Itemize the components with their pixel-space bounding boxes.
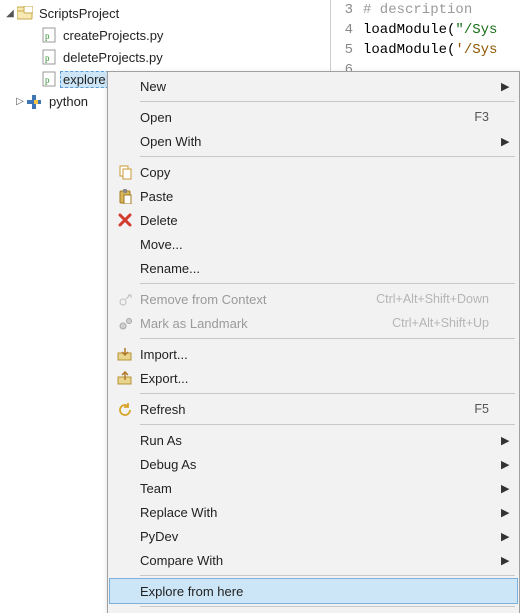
menu-item-paste[interactable]: Paste: [110, 184, 517, 208]
svg-text:p: p: [45, 31, 50, 41]
tree-project-node[interactable]: ◢ ScriptsProject: [0, 2, 330, 24]
menu-separator: [140, 575, 515, 576]
python-file-icon: p: [40, 48, 58, 66]
refresh-icon: [110, 397, 140, 421]
editor-content: # description loadModule("/Sys loadModul…: [363, 0, 497, 75]
code-editor[interactable]: 3 4 5 6 # description loadModule("/Sys l…: [330, 0, 520, 75]
submenu-arrow-icon: ▶: [501, 482, 511, 495]
menu-item-refresh[interactable]: Refresh F5: [110, 397, 517, 421]
menu-item-team[interactable]: Team ▶: [110, 476, 517, 500]
file-label: explore: [60, 71, 109, 88]
menu-item-new[interactable]: New ▶: [110, 74, 517, 98]
svg-text:p: p: [45, 53, 50, 63]
submenu-arrow-icon: ▶: [501, 80, 511, 93]
submenu-arrow-icon: ▶: [501, 530, 511, 543]
delete-icon: [110, 208, 140, 232]
expand-icon[interactable]: ▷: [14, 96, 26, 107]
file-label: deleteProjects.py: [60, 49, 166, 66]
submenu-arrow-icon: ▶: [501, 554, 511, 567]
library-label: python: [46, 93, 91, 110]
copy-icon: [110, 160, 140, 184]
menu-separator: [140, 156, 515, 157]
submenu-arrow-icon: ▶: [501, 506, 511, 519]
remove-context-icon: [110, 287, 140, 311]
editor-gutter: 3 4 5 6: [331, 0, 357, 75]
tree-file-node[interactable]: p createProjects.py: [0, 24, 330, 46]
export-icon: [110, 366, 140, 390]
python-lib-icon: [26, 92, 44, 110]
menu-item-open[interactable]: Open F3: [110, 105, 517, 129]
python-file-icon: p: [40, 70, 58, 88]
menu-item-delete[interactable]: Delete: [110, 208, 517, 232]
submenu-arrow-icon: ▶: [501, 434, 511, 447]
menu-item-debug-as[interactable]: Debug As ▶: [110, 452, 517, 476]
blank-icon: [110, 74, 140, 98]
menu-item-remove-context: Remove from Context Ctrl+Alt+Shift+Down: [110, 287, 517, 311]
svg-text:p: p: [45, 75, 50, 85]
menu-separator: [140, 338, 515, 339]
submenu-arrow-icon: ▶: [501, 458, 511, 471]
context-menu: New ▶ Open F3 Open With ▶ Copy Paste: [107, 71, 520, 613]
menu-item-open-with[interactable]: Open With ▶: [110, 129, 517, 153]
landmark-icon: [110, 311, 140, 335]
tree-file-node[interactable]: p deleteProjects.py: [0, 46, 330, 68]
project-label: ScriptsProject: [36, 5, 122, 22]
python-file-icon: p: [40, 26, 58, 44]
menu-separator: [140, 283, 515, 284]
menu-item-export[interactable]: Export...: [110, 366, 517, 390]
menu-separator: [140, 393, 515, 394]
collapse-icon[interactable]: ◢: [4, 8, 16, 19]
menu-separator: [140, 424, 515, 425]
submenu-arrow-icon: ▶: [501, 135, 511, 148]
menu-item-run-as[interactable]: Run As ▶: [110, 428, 517, 452]
menu-item-mark-landmark: Mark as Landmark Ctrl+Alt+Shift+Up: [110, 311, 517, 335]
menu-item-move[interactable]: Move...: [110, 232, 517, 256]
paste-icon: [110, 184, 140, 208]
menu-item-rename[interactable]: Rename...: [110, 256, 517, 280]
menu-item-compare-with[interactable]: Compare With ▶: [110, 548, 517, 572]
menu-item-explore-from-here[interactable]: Explore from here: [110, 579, 517, 603]
menu-separator: [140, 606, 515, 607]
menu-item-copy[interactable]: Copy: [110, 160, 517, 184]
file-label: createProjects.py: [60, 27, 166, 44]
menu-item-replace-with[interactable]: Replace With ▶: [110, 500, 517, 524]
menu-item-import[interactable]: Import...: [110, 342, 517, 366]
project-folder-icon: [16, 4, 34, 22]
menu-item-pydev[interactable]: PyDev ▶: [110, 524, 517, 548]
import-icon: [110, 342, 140, 366]
menu-separator: [140, 101, 515, 102]
